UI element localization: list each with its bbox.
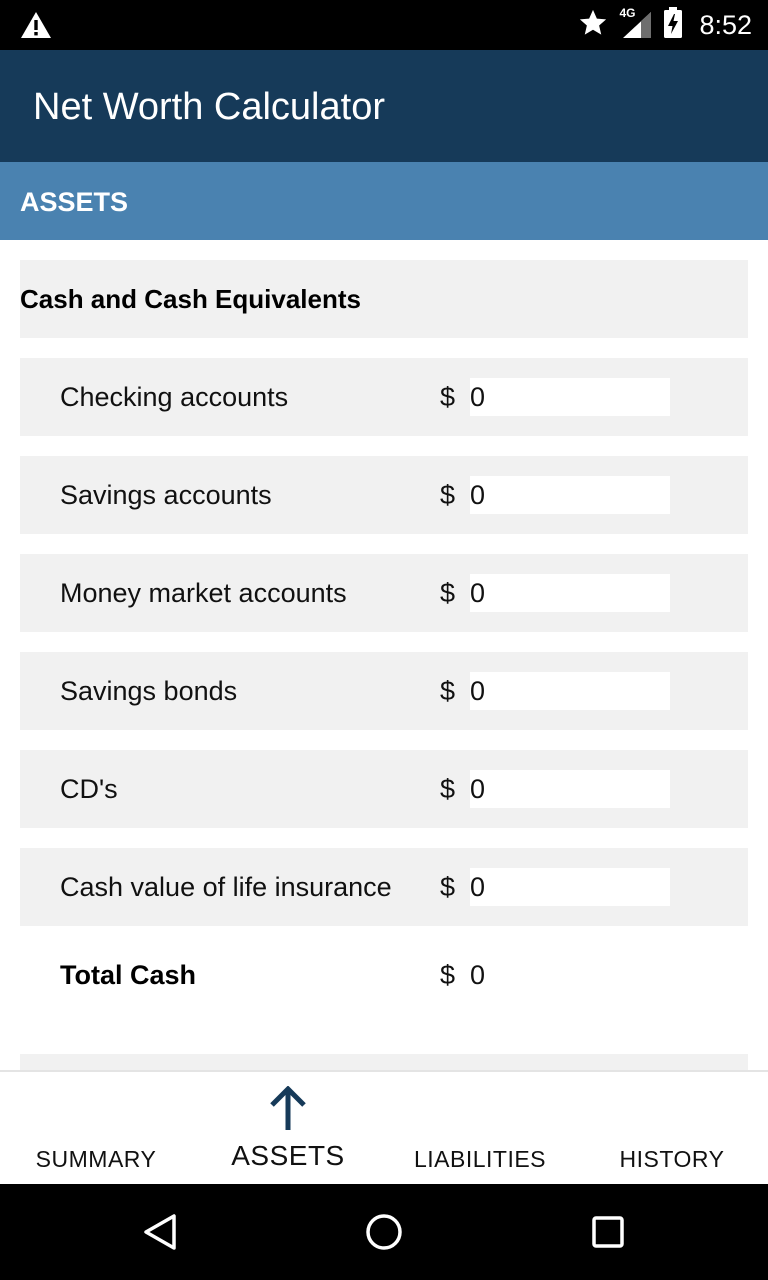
tab-summary[interactable]: SUMMARY	[0, 1072, 192, 1186]
currency-symbol: $	[440, 480, 456, 510]
total-cash-row: Total Cash $ 0	[20, 936, 748, 1014]
app-title: Net Worth Calculator	[33, 86, 385, 128]
cds-input[interactable]	[470, 770, 670, 808]
tab-assets[interactable]: ASSETS	[192, 1072, 384, 1186]
assets-form[interactable]: Cash and Cash Equivalents Checking accou…	[0, 240, 768, 1070]
signal-icon: 4G	[619, 6, 653, 40]
status-bar: 4G 8:52	[0, 0, 768, 50]
currency-symbol: $	[440, 872, 456, 902]
tab-history[interactable]: HISTORY	[576, 1072, 768, 1186]
tab-label: ASSETS	[231, 1140, 345, 1171]
back-icon[interactable]	[140, 1212, 180, 1257]
arrow-up-icon	[266, 1085, 310, 1137]
group-header: Cash and Cash Equivalents	[20, 260, 748, 338]
currency-symbol: $	[440, 960, 456, 990]
row-label: Savings accounts	[60, 480, 272, 510]
row-cds: CD's $	[20, 750, 748, 828]
clock: 8:52	[699, 9, 752, 40]
row-label: CD's	[60, 774, 118, 804]
life-insurance-input[interactable]	[470, 868, 670, 906]
home-icon[interactable]	[364, 1212, 404, 1257]
app-bar: Net Worth Calculator	[0, 50, 768, 162]
row-label: Cash value of life insurance	[60, 872, 392, 902]
system-navigation-bar	[0, 1184, 768, 1280]
battery-charging-icon	[663, 6, 683, 44]
recents-icon[interactable]	[590, 1212, 626, 1257]
tab-label: HISTORY	[619, 1146, 725, 1172]
currency-symbol: $	[440, 578, 456, 608]
row-label: Checking accounts	[60, 382, 289, 412]
currency-symbol: $	[440, 382, 456, 412]
next-group-peek	[20, 1054, 748, 1070]
section-title: ASSETS	[20, 187, 129, 217]
section-header: ASSETS	[0, 162, 768, 240]
currency-symbol: $	[440, 774, 456, 804]
savings-bonds-input[interactable]	[470, 672, 670, 710]
row-label: Savings bonds	[60, 676, 238, 706]
row-savings-bonds: Savings bonds $	[20, 652, 748, 730]
bottom-navigation: SUMMARY ASSETS LIABILITIES HISTORY	[0, 1070, 768, 1184]
checking-accounts-input[interactable]	[470, 378, 670, 416]
currency-symbol: $	[440, 676, 456, 706]
savings-accounts-input[interactable]	[470, 476, 670, 514]
tab-label: SUMMARY	[35, 1146, 157, 1172]
row-savings-accounts: Savings accounts $	[20, 456, 748, 534]
money-market-accounts-input[interactable]	[470, 574, 670, 612]
total-label: Total Cash	[60, 960, 197, 990]
row-money-market-accounts: Money market accounts $	[20, 554, 748, 632]
group-title: Cash and Cash Equivalents	[20, 284, 361, 314]
total-value: 0	[470, 960, 486, 990]
row-label: Money market accounts	[60, 578, 347, 608]
warning-icon	[20, 11, 52, 44]
row-checking-accounts: Checking accounts $	[20, 358, 748, 436]
star-icon	[577, 8, 609, 43]
tab-label: LIABILITIES	[413, 1146, 547, 1172]
tab-liabilities[interactable]: LIABILITIES	[384, 1072, 576, 1186]
row-cash-value-life-insurance: Cash value of life insurance $	[20, 848, 748, 926]
